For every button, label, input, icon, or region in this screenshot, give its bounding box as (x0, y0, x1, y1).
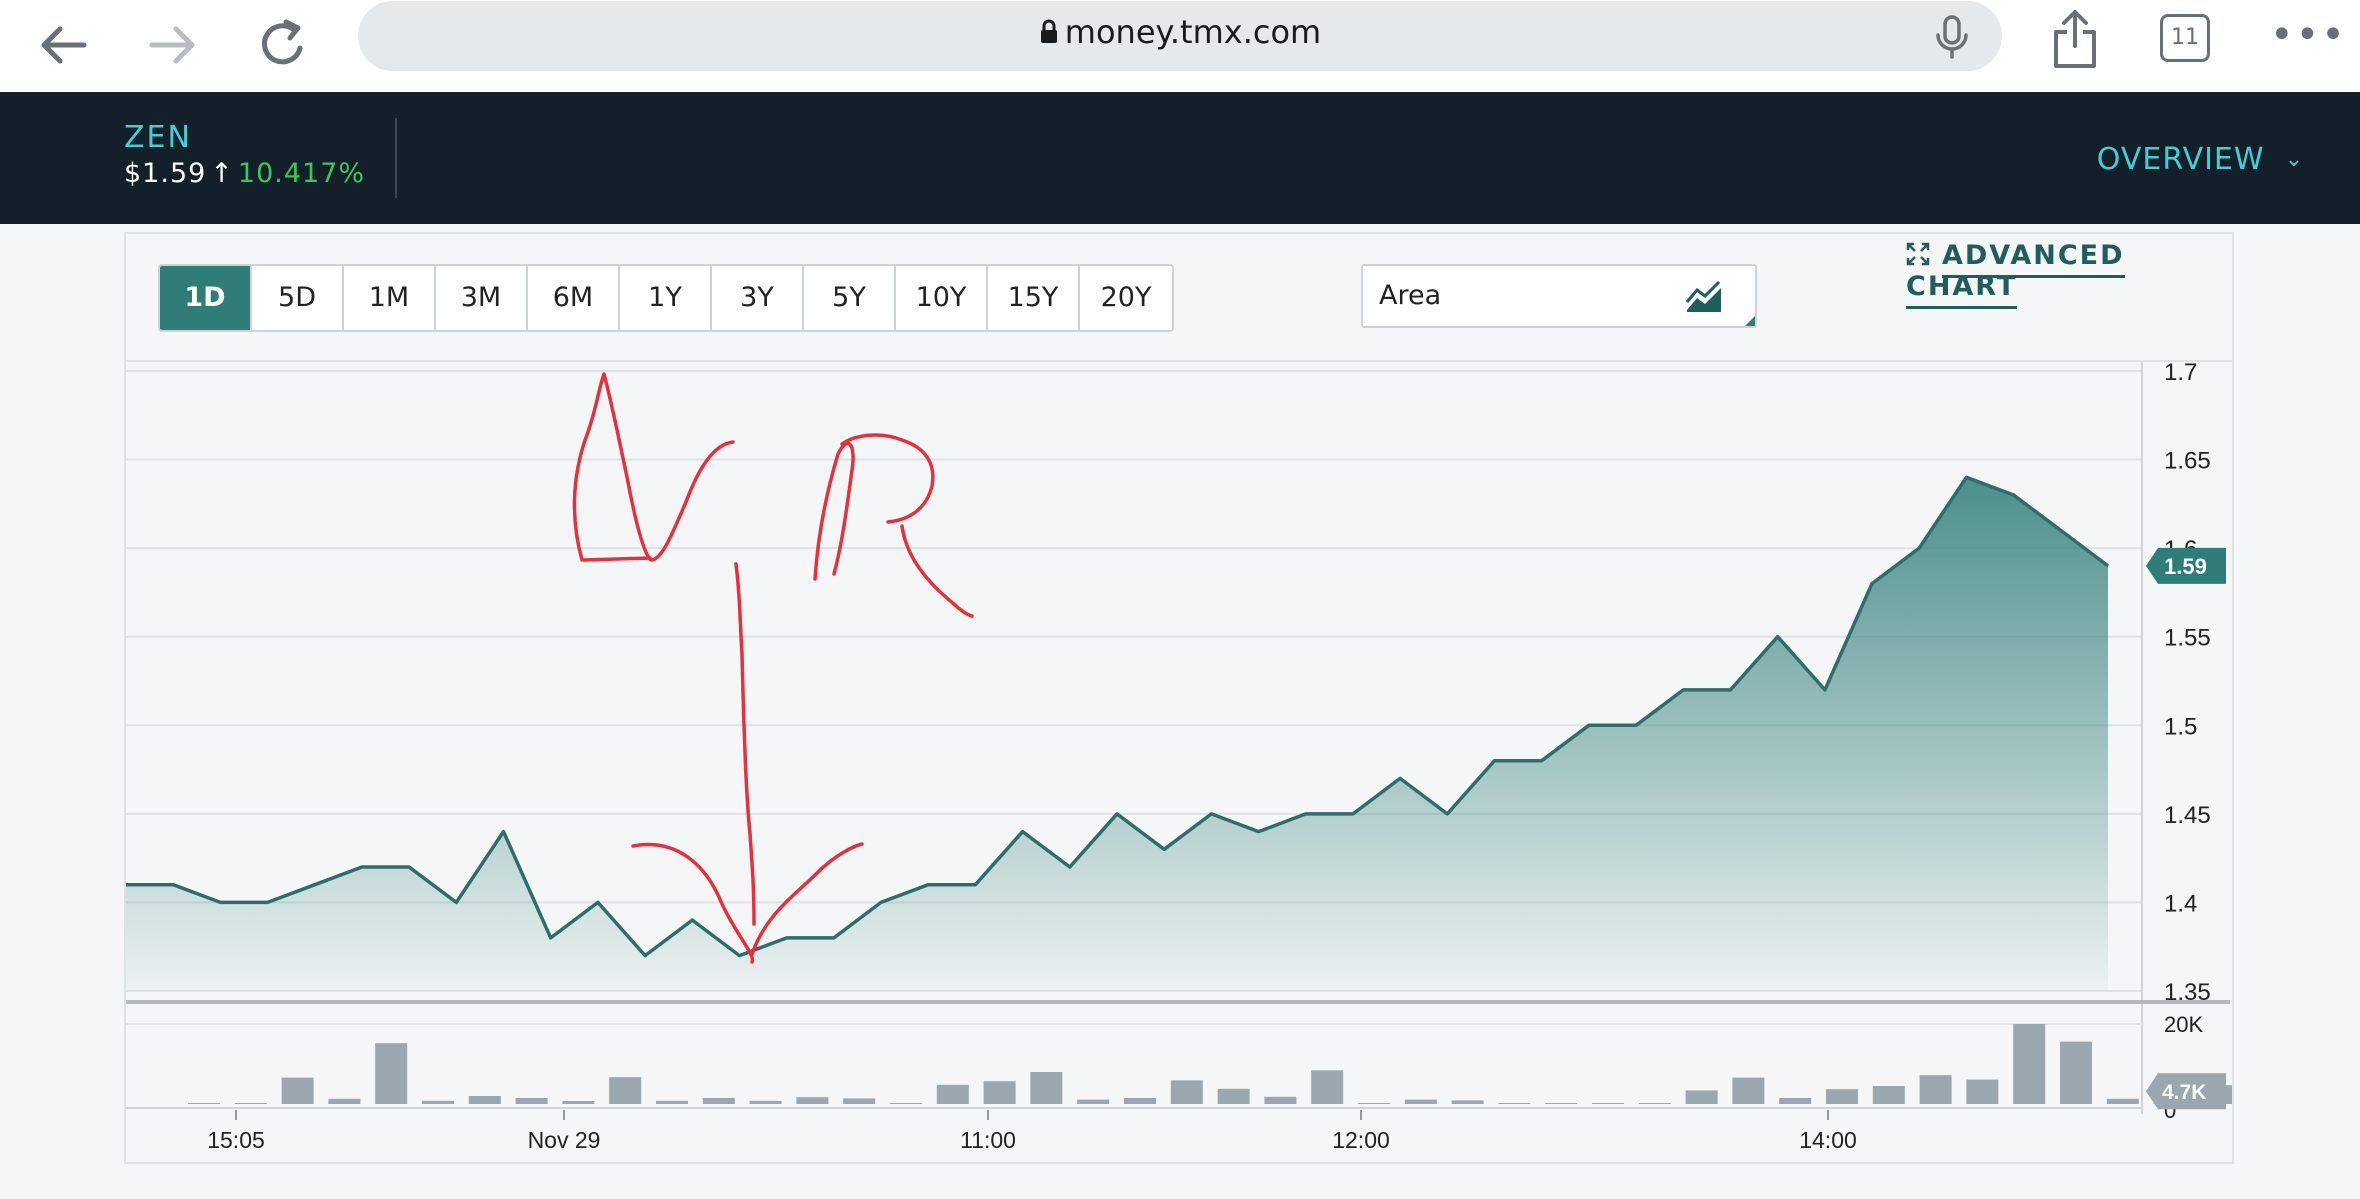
overview-dropdown[interactable]: OVERVIEW ⌄ (2097, 142, 2304, 177)
volume-bar (1545, 1103, 1578, 1104)
volume-bar (1966, 1079, 1999, 1104)
price-tick-label: 1.7 (2164, 359, 2197, 386)
up-arrow-icon: ↑ (210, 158, 234, 189)
price-tick-label: 1.4 (2164, 890, 2197, 917)
volume-bar (328, 1098, 361, 1104)
ticker-header: ZEN $1.59 ↑ 10.417% OVERVIEW ⌄ (0, 92, 2360, 224)
volume-bar (843, 1098, 876, 1104)
more-options-icon[interactable]: ••• (2270, 15, 2345, 55)
volume-bar (188, 1103, 220, 1104)
reload-icon[interactable] (248, 10, 318, 80)
volume-bar (1404, 1099, 1437, 1104)
handwritten-annotation-stroke (572, 372, 735, 562)
url-text: money.tmx.com (1064, 13, 1322, 51)
volume-bar (468, 1096, 501, 1104)
header-divider (395, 118, 397, 198)
volume-bar (1826, 1089, 1858, 1104)
volume-bar (515, 1098, 548, 1104)
volume-bar (1030, 1072, 1063, 1104)
price-tick-label: 1.65 (2164, 448, 2211, 475)
volume-bar (1451, 1100, 1484, 1104)
x-tick-label: 14:00 (1799, 1127, 1857, 1153)
volume-tick-label: 20K (2164, 1012, 2203, 1037)
tabs-count-button[interactable]: 11 (2160, 14, 2210, 62)
price-tick-label: 1.55 (2164, 625, 2211, 652)
volume-bar (1732, 1077, 1765, 1104)
volume-bar (1498, 1103, 1531, 1104)
volume-bar (422, 1100, 454, 1104)
overview-label: OVERVIEW (2096, 142, 2265, 177)
lock-icon (1040, 19, 1057, 43)
x-tick-label: Nov 29 (528, 1127, 601, 1153)
ticker-symbol: ZEN (124, 120, 192, 155)
volume-bar (1592, 1103, 1624, 1104)
volume-bar (609, 1077, 642, 1104)
volume-bar (702, 1098, 735, 1104)
volume-bar (1638, 1103, 1671, 1104)
volume-bar (1077, 1099, 1110, 1104)
volume-bar (375, 1043, 408, 1104)
volume-bar (562, 1101, 595, 1104)
volume-bar (1919, 1075, 1952, 1104)
x-tick-label: 12:00 (1332, 1127, 1390, 1153)
handwritten-annotation-stroke (900, 524, 974, 618)
handwritten-annotation-stroke (582, 556, 652, 562)
volume-bar (1779, 1098, 1812, 1104)
volume-bar (2060, 1041, 2092, 1104)
ticker-change-percent: 10.417% (237, 158, 366, 189)
ticker-price: $1.59 (124, 158, 207, 189)
volume-bar (2106, 1098, 2139, 1104)
volume-bar (1170, 1080, 1203, 1104)
volume-bar (234, 1103, 267, 1104)
browser-toolbar: money.tmx.com 11 ••• (0, 0, 2360, 92)
current-price-label: 1.59 (2164, 554, 2207, 579)
volume-bar (1264, 1096, 1297, 1104)
back-arrow-icon[interactable] (28, 10, 98, 80)
x-tick-label: 15:05 (207, 1127, 265, 1153)
price-tick-label: 1.45 (2164, 802, 2211, 829)
volume-bar (281, 1077, 314, 1104)
volume-bar (1685, 1090, 1718, 1104)
volume-bar (1872, 1086, 1905, 1104)
volume-bar (1311, 1070, 1344, 1104)
volume-bar (1124, 1098, 1156, 1104)
current-volume-label: 4.7K (2162, 1081, 2206, 1104)
price-tick-label: 1.5 (2164, 713, 2197, 740)
ticker-price-row: $1.59 ↑ 10.417% (124, 158, 365, 189)
handwritten-annotation-stroke (840, 433, 935, 524)
handwritten-annotation-stroke (734, 562, 756, 926)
volume-bar (1358, 1103, 1390, 1104)
x-tick-label: 11:00 (960, 1127, 1016, 1153)
chart-panel: 1D 5D 1M 3M 6M 1Y 3Y 5Y 10Y 15Y 20Y Area ADVANCED … (124, 232, 2234, 1164)
forward-arrow-icon[interactable] (138, 10, 208, 80)
volume-bar (749, 1100, 782, 1104)
share-icon[interactable] (2050, 8, 2100, 70)
microphone-icon[interactable] (1932, 15, 1972, 59)
handwritten-annotation-stroke (813, 441, 855, 581)
volume-bar (656, 1100, 688, 1104)
price-chart[interactable]: 1.71.651.61.551.51.451.41.351.59 20K04.7… (126, 234, 2232, 1162)
volume-bar (2013, 1024, 2046, 1104)
volume-bar (796, 1097, 829, 1104)
volume-bar (890, 1103, 922, 1104)
chevron-down-icon: ⌄ (2284, 147, 2304, 172)
volume-bar (1217, 1088, 1250, 1104)
volume-bar (983, 1081, 1016, 1104)
volume-bar (936, 1084, 969, 1104)
price-area-fill (126, 477, 2108, 991)
address-bar[interactable]: money.tmx.com (358, 1, 2002, 71)
